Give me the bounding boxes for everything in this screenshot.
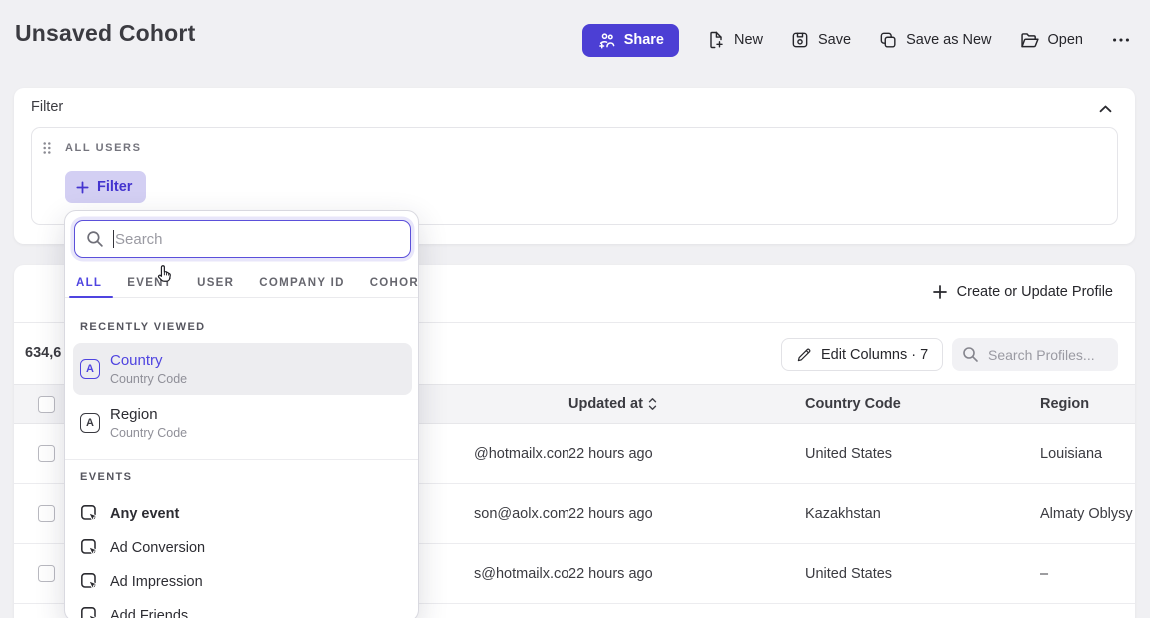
event-item-label: Add Friends: [110, 608, 188, 618]
region-cell: Almaty Oblysy: [1040, 484, 1135, 544]
event-click-icon: [80, 538, 100, 558]
row-checkbox[interactable]: [38, 505, 55, 522]
profiles-search: [952, 338, 1118, 371]
plus-icon: [75, 180, 90, 195]
new-file-icon: [706, 30, 726, 50]
event-item-label: Any event: [110, 506, 179, 522]
new-label: New: [734, 32, 763, 48]
event-item-label: Ad Conversion: [110, 540, 205, 556]
event-click-icon: [80, 572, 100, 592]
open-label: Open: [1048, 32, 1083, 48]
property-item-title: Country: [110, 352, 187, 369]
drag-handle-icon[interactable]: [42, 141, 52, 160]
updated-at-column-header[interactable]: Updated at: [568, 385, 805, 424]
region-column-header[interactable]: Region: [1040, 385, 1135, 424]
property-item-subtitle: Country Code: [110, 372, 187, 386]
sort-icon[interactable]: [648, 397, 657, 411]
search-icon: [86, 230, 104, 248]
tab-event[interactable]: EVENT: [127, 277, 172, 289]
profile-count: 634,6: [25, 345, 61, 361]
create-or-update-profile-label: Create or Update Profile: [957, 284, 1113, 300]
more-options-button[interactable]: [1110, 29, 1132, 51]
search-icon: [962, 346, 979, 363]
save-label: Save: [818, 32, 851, 48]
save-button[interactable]: Save: [790, 30, 851, 50]
property-item-country[interactable]: A Country Country Code: [73, 343, 412, 395]
country-code-cell: United States: [805, 544, 1040, 604]
event-item-ad-conversion[interactable]: Ad Conversion: [73, 533, 412, 563]
create-or-update-profile-button[interactable]: Create or Update Profile: [932, 284, 1113, 300]
property-item-region[interactable]: A Region Country Code: [73, 397, 412, 449]
letter-a-icon: A: [80, 359, 100, 379]
filter-panel-title: Filter: [31, 99, 63, 115]
section-divider: [65, 459, 418, 460]
property-dropdown: ALL EVENT USER COMPANY ID COHORT RECENTL…: [64, 210, 419, 618]
country-code-column-header[interactable]: Country Code: [805, 385, 1040, 424]
save-as-new-button[interactable]: Save as New: [878, 30, 991, 50]
open-button[interactable]: Open: [1019, 30, 1083, 51]
select-all-checkbox[interactable]: [38, 396, 55, 413]
country-code-cell: United States: [805, 424, 1040, 484]
page-title: Unsaved Cohort: [15, 20, 195, 47]
updated-at-cell: 22 hours ago: [568, 424, 805, 484]
dropdown-search-input[interactable]: [115, 231, 399, 248]
event-item-add-friends[interactable]: Add Friends: [73, 601, 412, 618]
active-tab-underline: [69, 296, 113, 299]
text-caret: [113, 230, 114, 248]
toolbar: Share New Save Save as New: [582, 23, 1132, 57]
save-as-new-label: Save as New: [906, 32, 991, 48]
folder-open-icon: [1019, 30, 1040, 51]
edit-columns-label: Edit Columns · 7: [821, 347, 928, 363]
event-item-any-event[interactable]: Any event: [73, 499, 412, 529]
property-item-subtitle: Country Code: [110, 426, 187, 440]
chevron-up-icon: [1099, 105, 1112, 113]
save-icon: [790, 30, 810, 50]
recently-viewed-heading: RECENTLY VIEWED: [80, 321, 206, 333]
pencil-icon: [796, 347, 812, 363]
add-users-icon: [597, 31, 616, 50]
tab-cohort[interactable]: COHORT: [370, 277, 419, 289]
event-item-label: Ad Impression: [110, 574, 203, 590]
region-cell: Louisiana: [1040, 424, 1135, 484]
dropdown-tabs: ALL EVENT USER COMPANY ID COHORT: [65, 269, 418, 298]
tab-user[interactable]: USER: [197, 277, 234, 289]
region-cell: –: [1040, 544, 1135, 604]
country-code-cell: Kazakhstan: [805, 484, 1040, 544]
updated-at-cell: 22 hours ago: [568, 544, 805, 604]
events-heading: EVENTS: [80, 471, 132, 483]
add-filter-button[interactable]: Filter: [65, 171, 146, 203]
share-button[interactable]: Share: [582, 24, 679, 57]
copy-icon: [878, 30, 898, 50]
profiles-search-input[interactable]: [988, 347, 1103, 363]
tab-all[interactable]: ALL: [76, 277, 102, 289]
row-checkbox[interactable]: [38, 445, 55, 462]
property-item-title: Region: [110, 406, 187, 423]
share-label: Share: [624, 32, 664, 48]
ellipsis-icon: [1110, 29, 1132, 51]
plus-icon: [932, 284, 948, 300]
row-checkbox[interactable]: [38, 565, 55, 582]
edit-columns-button[interactable]: Edit Columns · 7: [781, 338, 943, 371]
all-users-label: ALL USERS: [65, 142, 142, 154]
new-button[interactable]: New: [706, 30, 763, 50]
event-click-icon: [80, 606, 100, 618]
add-filter-label: Filter: [97, 179, 132, 195]
collapse-filter-button[interactable]: [1095, 99, 1115, 119]
letter-a-icon: A: [80, 413, 100, 433]
dropdown-search: [74, 220, 411, 258]
tab-company-id[interactable]: COMPANY ID: [259, 277, 344, 289]
event-item-ad-impression[interactable]: Ad Impression: [73, 567, 412, 597]
updated-at-cell: 22 hours ago: [568, 484, 805, 544]
event-click-icon: [80, 504, 100, 524]
